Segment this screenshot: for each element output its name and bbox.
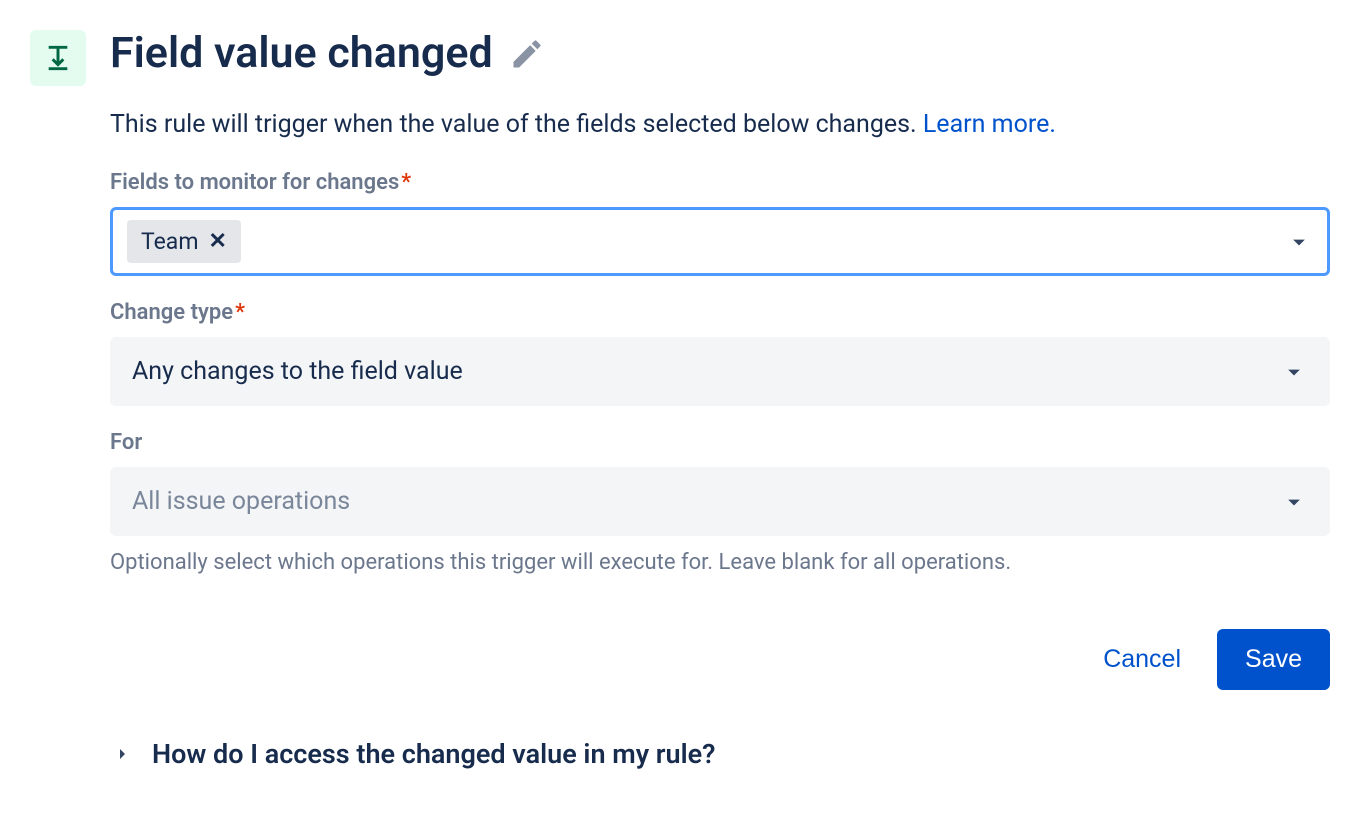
for-label: For — [110, 430, 1330, 455]
fields-monitor-label-text: Fields to monitor for changes — [110, 170, 399, 195]
for-help-text: Optionally select which operations this … — [110, 548, 1330, 579]
change-type-label-text: Change type — [110, 300, 233, 325]
chevron-down-icon — [1280, 488, 1308, 516]
learn-more-link[interactable]: Learn more. — [923, 110, 1056, 139]
description-body: This rule will trigger when the value of… — [110, 110, 923, 139]
required-asterisk: * — [235, 300, 245, 325]
change-type-label: Change type* — [110, 300, 1330, 325]
change-type-value: Any changes to the field value — [132, 357, 463, 386]
required-asterisk: * — [401, 170, 411, 195]
save-button[interactable]: Save — [1217, 629, 1330, 690]
for-placeholder: All issue operations — [132, 487, 350, 516]
fields-monitor-input[interactable]: Team ✕ — [110, 207, 1330, 276]
accordion-title: How do I access the changed value in my … — [152, 738, 715, 770]
edit-icon[interactable] — [509, 36, 545, 72]
chevron-down-icon[interactable] — [1285, 228, 1313, 256]
page-title: Field value changed — [110, 30, 493, 77]
cancel-button[interactable]: Cancel — [1095, 631, 1189, 688]
change-type-select[interactable]: Any changes to the field value — [110, 337, 1330, 406]
tag-remove-icon[interactable]: ✕ — [209, 231, 227, 253]
fields-monitor-label: Fields to monitor for changes* — [110, 170, 1330, 195]
tag-label: Team — [141, 228, 199, 255]
description-text: This rule will trigger when the value of… — [110, 107, 1330, 142]
trigger-icon — [30, 30, 86, 86]
chevron-down-icon — [1280, 358, 1308, 386]
accordion-changed-value[interactable]: How do I access the changed value in my … — [110, 730, 1330, 778]
for-select[interactable]: All issue operations — [110, 467, 1330, 536]
chevron-right-icon — [110, 742, 134, 766]
tag-team: Team ✕ — [127, 220, 241, 263]
